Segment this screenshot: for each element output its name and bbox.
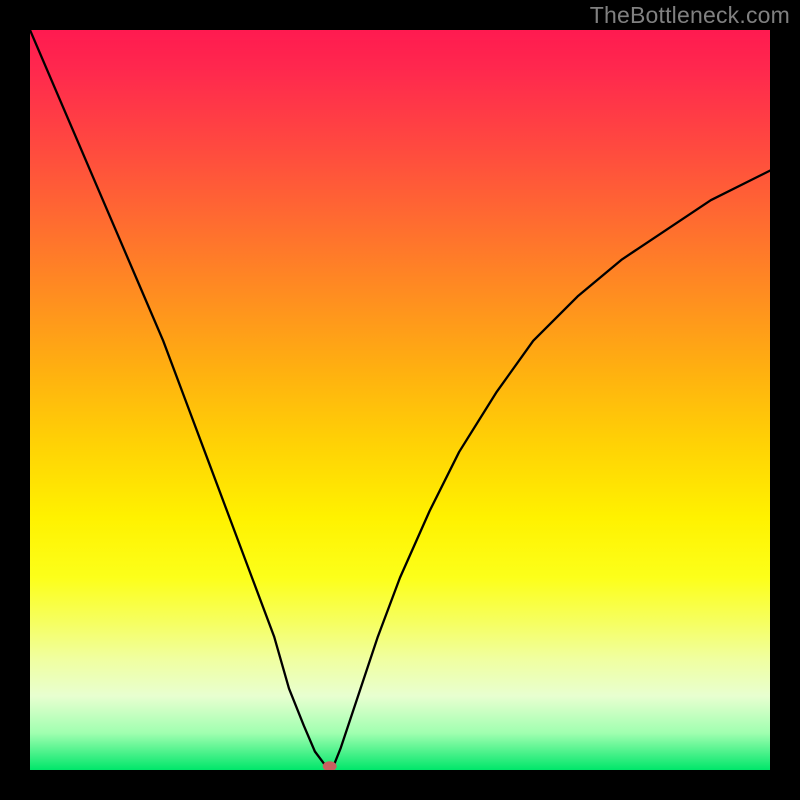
watermark-text: TheBottleneck.com (590, 2, 790, 29)
curve-svg (30, 30, 770, 770)
curve-right (333, 171, 770, 767)
curve-left (30, 30, 326, 766)
plot-area (30, 30, 770, 770)
chart-frame: TheBottleneck.com (0, 0, 800, 800)
